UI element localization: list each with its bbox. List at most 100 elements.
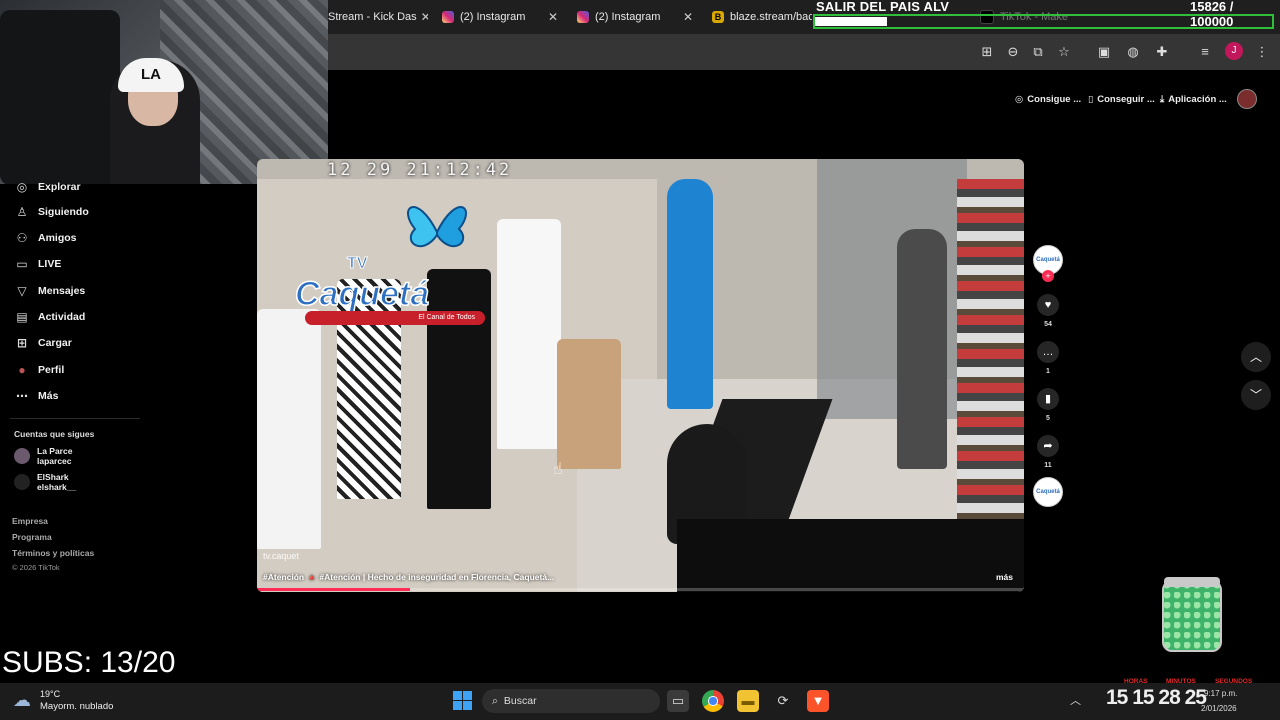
get-app-button[interactable]: ▯ Conseguir ...	[1088, 89, 1155, 109]
sidebar-item-siguiendo[interactable]: ♙ Siguiendo	[14, 201, 89, 223]
footer-link-terminos[interactable]: Términos y políticas	[12, 548, 94, 558]
friends-icon: ⚇	[16, 231, 28, 245]
puzzle-icon[interactable]: ✚	[1152, 42, 1172, 62]
video-progress-bar[interactable]	[257, 588, 1024, 591]
get-coins-button[interactable]: ◎ Consigue ...	[1015, 89, 1081, 109]
mouse-cursor-icon: ☝	[553, 461, 563, 478]
activity-icon: ▤	[16, 310, 28, 324]
tip-jar-lid	[1164, 577, 1220, 587]
close-icon[interactable]: ✕	[544, 10, 562, 24]
follow-plus-icon[interactable]: +	[1042, 270, 1054, 282]
file-explorer-icon[interactable]: ▬	[737, 690, 759, 712]
video-clothes	[497, 219, 561, 449]
weather-temp[interactable]: 19°C	[40, 689, 60, 699]
install-icon[interactable]: ⧉	[1028, 42, 1048, 62]
app-icon[interactable]: ⟳	[772, 690, 794, 712]
webcam-chair	[0, 10, 120, 184]
avatar[interactable]: J	[1225, 42, 1243, 60]
tv-caqueta-logo: TV Caquetá El Canal de Todos	[287, 187, 497, 337]
weather-desc[interactable]: Mayorm. nublado	[40, 701, 113, 712]
zoom-icon[interactable]: ⊖	[1003, 42, 1023, 62]
download-icon: ⤓	[1160, 93, 1165, 105]
like-count: 54	[1044, 321, 1052, 328]
tab-instagram-2[interactable]: (2) Instagram ✕	[577, 6, 697, 28]
search-icon: ⌕	[492, 694, 498, 707]
like-button[interactable]: ♥ 54	[1037, 294, 1059, 328]
cloud-icon[interactable]: ☁	[13, 690, 31, 711]
blaze-icon: B	[712, 11, 724, 23]
tab-blaze[interactable]: B blaze.stream/back	[712, 6, 812, 28]
system-time[interactable]: 9:17 p.m.	[1204, 689, 1237, 698]
system-date[interactable]: 2/01/2026	[1201, 704, 1237, 713]
video-person-blue	[667, 179, 713, 409]
sidebar-divider	[10, 418, 140, 419]
taskbar-search[interactable]: ⌕ Buscar	[482, 689, 660, 713]
following-section-title: Cuentas que sigues	[14, 429, 95, 439]
following-account[interactable]: La Parce laparcec	[14, 446, 72, 466]
following-icon: ♙	[16, 205, 28, 219]
close-icon[interactable]: ✕	[679, 10, 697, 24]
brand-tagline: El Canal de Todos	[305, 311, 485, 325]
sidebar-item-actividad[interactable]: ▤ Actividad	[14, 306, 85, 328]
sidebar-item-live[interactable]: ▭ LIVE	[14, 253, 61, 275]
tray-chevron-icon[interactable]: ︿	[1070, 692, 1081, 708]
clock-label-seconds: SEGUNDOS	[1215, 678, 1253, 685]
video-player[interactable]: 12 29 21:12:42 TV Caquetá El Canal de To…	[257, 159, 1024, 592]
tip-jar-overlay	[1162, 580, 1222, 652]
chevron-up-icon: ︿	[1249, 350, 1262, 364]
save-count: 5	[1046, 415, 1050, 422]
user-avatar[interactable]	[1237, 89, 1257, 109]
translate-icon[interactable]: ⊞	[977, 42, 997, 62]
extension-globe-icon[interactable]: ◍	[1123, 42, 1143, 62]
comment-count: 1	[1046, 368, 1050, 375]
footer-link-programa[interactable]: Programa	[12, 532, 52, 542]
sidebar-item-mas[interactable]: ⋯ Más	[14, 385, 58, 407]
tab-label: Stream - Kick Das	[328, 11, 417, 23]
media-queue-icon[interactable]: ≡	[1195, 42, 1215, 62]
bookmark-star-icon[interactable]: ☆	[1054, 42, 1074, 62]
next-video-button[interactable]: ﹀	[1241, 380, 1271, 410]
butterfly-icon	[407, 206, 467, 248]
sound-disc[interactable]: Caquetá	[1033, 477, 1063, 507]
sidebar-item-explorar[interactable]: ◎ Explorar	[14, 176, 81, 198]
sidebar-item-mensajes[interactable]: ▽ Mensajes	[14, 280, 85, 302]
tab-instagram-1[interactable]: (2) Instagram ✕	[442, 6, 562, 28]
brave-icon[interactable]: ▼	[807, 690, 829, 712]
bookmark-icon: ▮	[1037, 388, 1059, 410]
goal-title: SALIR DEL PAIS ALV	[816, 0, 950, 14]
more-icon: ⋯	[16, 389, 28, 403]
goal-progress-bar	[813, 14, 1274, 29]
messages-icon: ▽	[17, 284, 27, 298]
extension-icon[interactable]: ▣	[1094, 42, 1114, 62]
desktop-app-button[interactable]: ⤓ Aplicación ...	[1160, 89, 1227, 109]
clock-label-minutes: MINUTOS	[1166, 678, 1196, 685]
chrome-icon[interactable]	[702, 690, 724, 712]
sidebar-item-cargar[interactable]: ⊞ Cargar	[14, 332, 72, 354]
menu-kebab-icon[interactable]: ⋮	[1252, 42, 1272, 62]
chevron-down-icon: ﹀	[1249, 388, 1262, 402]
save-button[interactable]: ▮ 5	[1037, 388, 1059, 422]
instagram-icon	[442, 11, 454, 23]
video-person-grey	[897, 229, 947, 469]
sidebar-item-amigos[interactable]: ⚇ Amigos	[14, 227, 77, 249]
caption-more-link[interactable]: más	[996, 572, 1013, 582]
comment-icon: …	[1037, 341, 1059, 363]
sidebar-item-perfil[interactable]: ● Perfil	[14, 359, 64, 381]
compass-icon: ◎	[16, 180, 28, 194]
close-icon[interactable]: ✕	[417, 10, 428, 24]
video-cap-rack	[957, 179, 1024, 569]
share-icon: ➦	[1037, 435, 1059, 457]
clock-label-hours: HORAS	[1124, 678, 1148, 685]
big-clock: 15 15 28 25	[1106, 686, 1207, 709]
upload-icon: ⊞	[16, 336, 28, 350]
task-view-icon[interactable]: ▭	[667, 690, 689, 712]
goal-progress-fill	[815, 17, 888, 26]
footer-link-empresa[interactable]: Empresa	[12, 516, 48, 526]
previous-video-button[interactable]: ︿	[1241, 342, 1271, 372]
comment-button[interactable]: … 1	[1037, 341, 1059, 375]
share-button[interactable]: ➦ 11	[1037, 435, 1059, 469]
live-icon: ▭	[16, 257, 28, 271]
start-button[interactable]	[453, 691, 472, 710]
following-account[interactable]: ElShark elshark__	[14, 472, 76, 492]
tab-kick[interactable]: Stream - Kick Das ✕	[328, 6, 428, 28]
